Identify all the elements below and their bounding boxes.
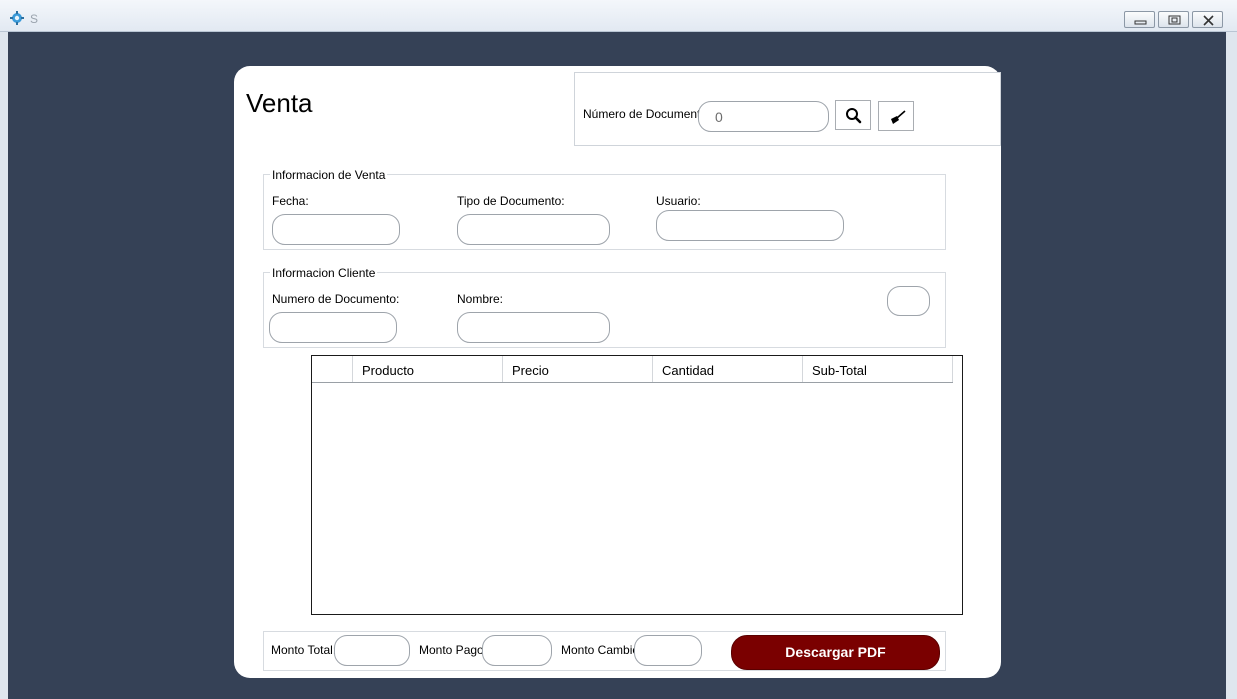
- restore-button[interactable]: [1158, 11, 1189, 28]
- window-titlebar[interactable]: S: [0, 0, 1237, 32]
- grid-column-sub-total[interactable]: Sub-Total: [803, 356, 953, 382]
- monto-cambio-input[interactable]: [634, 635, 702, 666]
- close-icon: [1203, 15, 1214, 26]
- monto-total-input[interactable]: [334, 635, 410, 666]
- venta-info-title: Informacion de Venta: [270, 168, 388, 182]
- tipo-documento-input[interactable]: [457, 214, 610, 245]
- monto-pago-label: Monto Pago:: [419, 643, 488, 657]
- document-number-label: Número de Documento:: [583, 107, 711, 121]
- grid-header: Producto Precio Cantidad Sub-Total: [312, 356, 953, 383]
- window-border-left: [0, 32, 8, 699]
- nombre-input[interactable]: [457, 312, 610, 343]
- fecha-label: Fecha:: [272, 194, 309, 208]
- cliente-numero-input[interactable]: [269, 312, 397, 343]
- cliente-info-title: Informacion Cliente: [270, 266, 378, 280]
- document-number-input[interactable]: [698, 101, 829, 132]
- tipo-documento-label: Tipo de Documento:: [457, 194, 565, 208]
- usuario-label: Usuario:: [656, 194, 701, 208]
- grid-column-cantidad[interactable]: Cantidad: [653, 356, 803, 382]
- page-title: Venta: [246, 88, 313, 118]
- monto-pago-input[interactable]: [482, 635, 552, 666]
- nombre-label: Nombre:: [457, 292, 504, 306]
- grid-column-producto[interactable]: Producto: [353, 356, 503, 382]
- search-button[interactable]: [835, 100, 871, 130]
- window-title: S: [30, 12, 39, 26]
- grid-column-precio[interactable]: Precio: [503, 356, 653, 382]
- minimize-button[interactable]: [1124, 11, 1155, 28]
- monto-total-label: Monto Total:: [271, 643, 337, 657]
- minimize-icon: [1134, 20, 1147, 25]
- cliente-numero-label: Numero de Documento:: [272, 292, 400, 306]
- descargar-pdf-button[interactable]: Descargar PDF: [731, 635, 940, 670]
- restore-icon: [1168, 15, 1181, 25]
- close-button[interactable]: [1192, 11, 1223, 28]
- broom-icon: [891, 110, 906, 124]
- productos-grid[interactable]: Producto Precio Cantidad Sub-Total: [311, 355, 963, 615]
- cliente-extra-input[interactable]: [887, 286, 930, 316]
- search-icon: [846, 108, 862, 124]
- app-icon: [10, 11, 24, 25]
- fecha-input[interactable]: [272, 214, 400, 245]
- grid-row-header-column[interactable]: [312, 356, 353, 382]
- clear-button[interactable]: [878, 101, 914, 131]
- monto-cambio-label: Monto Cambio:: [561, 643, 643, 657]
- window-border-right: [1226, 32, 1237, 699]
- usuario-input[interactable]: [656, 210, 844, 241]
